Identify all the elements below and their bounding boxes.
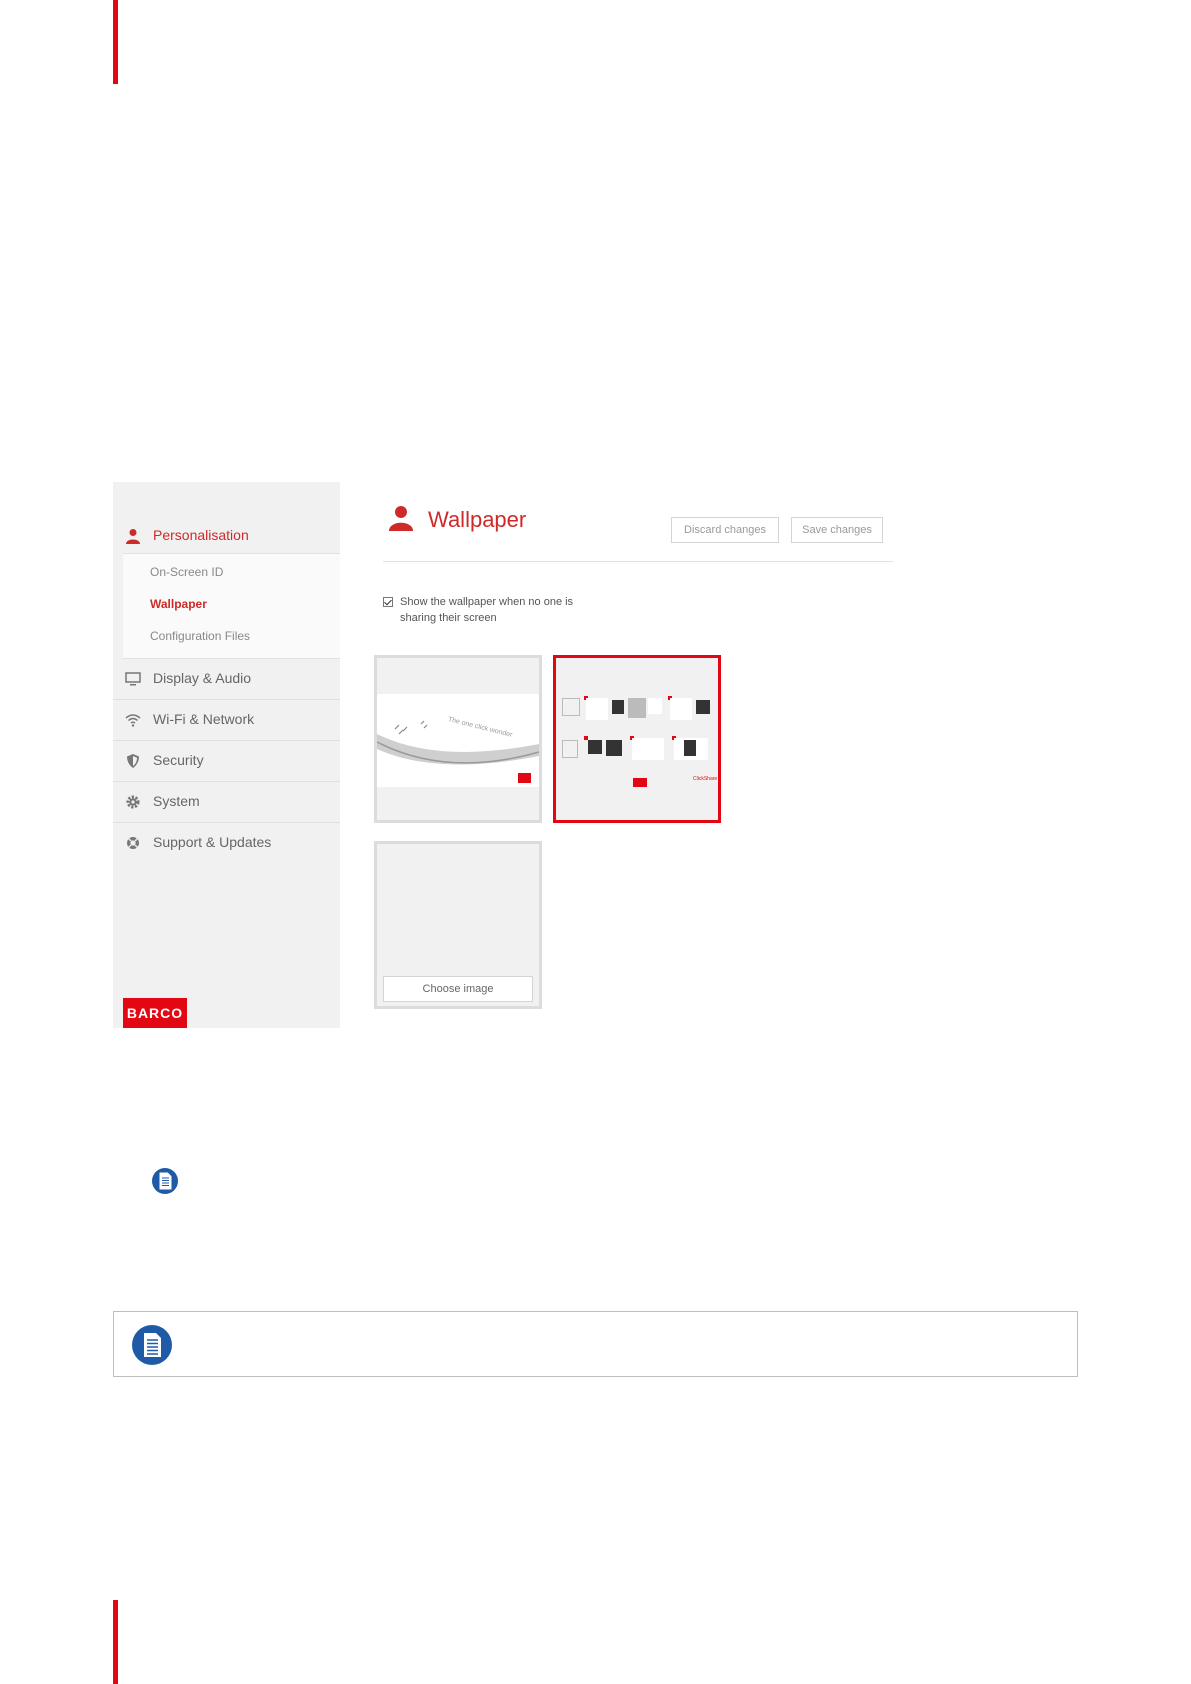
wallpaper-settings-screenshot: Personalisation On-Screen ID Wallpaper C… <box>113 482 903 1028</box>
brand-mark <box>518 773 531 783</box>
note-icon <box>132 1325 172 1365</box>
note-box <box>113 1311 1078 1377</box>
wallpaper-preview-wave: The one click wonder <box>377 694 539 787</box>
sidebar-subitem-configuration-files[interactable]: Configuration Files <box>150 629 250 643</box>
sidebar-submenu: On-Screen ID Wallpaper Configuration Fil… <box>123 553 340 659</box>
sidebar-item-security[interactable]: Security <box>113 740 340 782</box>
wallpaper-preview-instructions <box>560 696 714 780</box>
user-icon <box>126 529 140 544</box>
wallpaper-brand-text: ClickShare <box>693 776 718 782</box>
lifebuoy-icon <box>127 837 139 849</box>
shield-icon <box>127 754 139 768</box>
sidebar-item-label: Wi-Fi & Network <box>153 711 255 727</box>
sidebar-heading-label: Personalisation <box>153 527 249 543</box>
show-wallpaper-label: Show the wallpaper when no one is sharin… <box>400 596 574 624</box>
sidebar-item-label: Display & Audio <box>153 670 252 686</box>
sidebar-subitem-on-screen-id[interactable]: On-Screen ID <box>150 565 223 579</box>
wallpaper-option-custom: Choose image <box>374 841 542 1009</box>
header-divider <box>383 561 893 562</box>
sidebar-item-support-updates[interactable]: Support & Updates <box>113 822 340 863</box>
sidebar-item-label: Security <box>153 752 204 768</box>
discard-changes-button[interactable]: Discard changes <box>671 517 779 543</box>
page-title: Wallpaper <box>428 507 527 532</box>
wave-graphic <box>377 720 539 765</box>
wifi-icon <box>125 714 141 727</box>
sidebar-item-label: System <box>153 793 200 809</box>
monitor-icon <box>125 672 141 686</box>
barco-logo: BARCO <box>123 998 187 1028</box>
choose-image-button[interactable]: Choose image <box>383 976 533 1002</box>
gear-icon <box>126 795 140 809</box>
sidebar-item-label: Support & Updates <box>153 834 272 850</box>
user-icon <box>389 506 413 531</box>
wallpaper-option-2-selected[interactable]: ClickShare <box>553 655 721 823</box>
sidebar-heading-personalisation[interactable]: Personalisation <box>113 516 340 556</box>
page-accent-bar-top <box>113 0 118 84</box>
sidebar-item-system[interactable]: System <box>113 781 340 823</box>
sidebar: Personalisation On-Screen ID Wallpaper C… <box>113 482 340 1028</box>
show-wallpaper-checkbox[interactable] <box>383 597 393 607</box>
page-accent-bar-bottom <box>113 1600 118 1684</box>
sidebar-subitem-wallpaper[interactable]: Wallpaper <box>150 597 207 611</box>
sidebar-item-display-audio[interactable]: Display & Audio <box>113 658 340 700</box>
note-icon <box>152 1168 178 1194</box>
brand-mark <box>633 778 647 787</box>
wallpaper-option-1[interactable]: The one click wonder <box>374 655 542 823</box>
sidebar-item-wifi-network[interactable]: Wi-Fi & Network <box>113 699 340 741</box>
save-changes-button[interactable]: Save changes <box>791 517 883 543</box>
